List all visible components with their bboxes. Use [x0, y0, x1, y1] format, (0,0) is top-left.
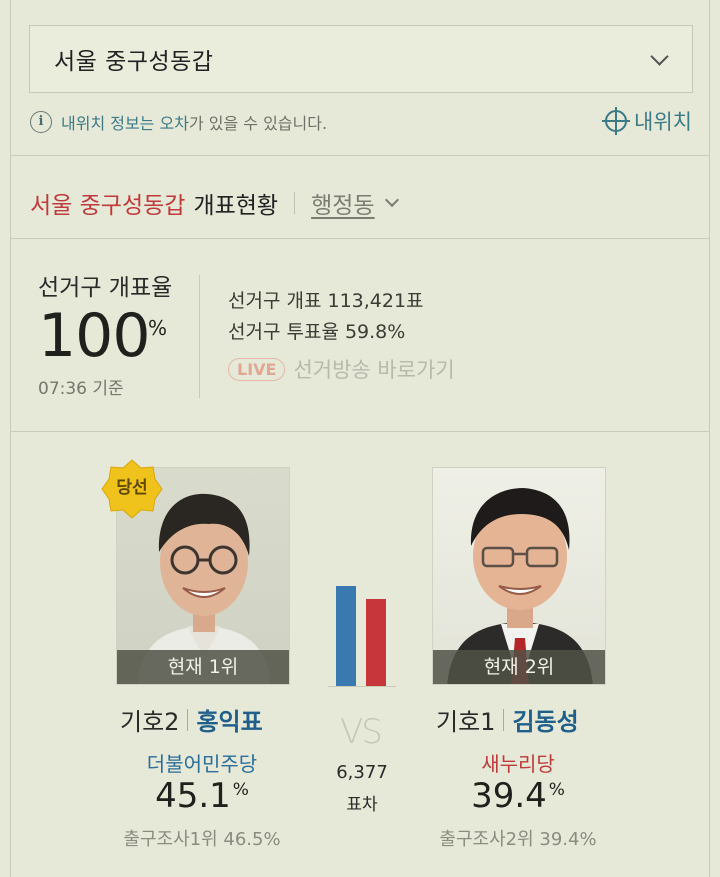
winner-badge: 당선: [101, 458, 163, 520]
my-location-label: 내위치: [634, 110, 692, 134]
chevron-down-icon: [384, 192, 399, 208]
candidate-number: 기호1: [436, 708, 496, 736]
vote-difference: 6,377: [336, 762, 388, 783]
notice-text: 가 있을 수 있습니다.: [188, 114, 328, 133]
region-select-value: 서울 중구성동갑: [54, 49, 214, 75]
live-badge: LIVE: [228, 357, 286, 381]
candidate-2-photo[interactable]: 현재 2위: [432, 467, 606, 685]
counted-votes: 선거구 개표 113,421표: [228, 290, 424, 312]
vs-label: VS: [340, 712, 383, 752]
candidate-name: 홍익표: [196, 708, 263, 736]
crosshair-icon: [602, 107, 631, 135]
separator: [294, 192, 296, 214]
live-link-label: 선거방송 바로가기: [293, 358, 455, 382]
count-header: 서울 중구성동갑 개표현황 행정동: [30, 186, 399, 220]
region-select[interactable]: 서울 중구성동갑: [29, 25, 693, 93]
winner-badge-label: 당선: [116, 478, 148, 498]
live-broadcast-link[interactable]: LIVE 선거방송 바로가기: [228, 354, 455, 384]
candidate-1-exit-poll: 출구조사1위 46.5%: [123, 829, 281, 850]
admin-dong-toggle[interactable]: 행정동: [311, 186, 399, 220]
admin-dong-label: 행정동: [311, 193, 375, 219]
divider: [10, 238, 710, 239]
separator: [187, 708, 189, 731]
vote-difference-label: 표차: [346, 795, 378, 815]
count-rate-time: 07:36 기준: [38, 379, 124, 399]
candidate-2-bar: [366, 599, 386, 686]
location-notice: i 내위치 정보는 오차 가 있을 수 있습니다.: [30, 108, 327, 136]
count-rate-value: 100: [38, 301, 151, 371]
candidate-1-percent: 45.1%: [102, 776, 302, 816]
separator: [503, 708, 505, 731]
candidate-2-name[interactable]: 기호1 김동성: [436, 702, 579, 737]
divider: [10, 431, 710, 432]
percent-unit: %: [232, 780, 249, 800]
candidate-number: 기호2: [120, 708, 180, 736]
percent-unit: %: [548, 780, 565, 800]
candidate-1-bar: [336, 586, 356, 686]
chart-baseline: [328, 686, 396, 687]
vertical-divider: [199, 275, 200, 398]
count-title: 개표현황: [193, 193, 279, 219]
candidate-1-party: 더불어민주당: [146, 752, 258, 776]
count-rate-unit: %: [148, 316, 168, 340]
vote-comparison-chart: [328, 586, 396, 687]
candidate-name: 김동성: [512, 708, 579, 736]
candidate-2-percent: 39.4%: [418, 776, 618, 816]
candidate-2-party: 새누리당: [481, 752, 555, 776]
chevron-down-icon: [650, 47, 669, 66]
my-location-button[interactable]: 내위치: [602, 106, 692, 136]
percent-value: 45.1: [155, 776, 231, 816]
percent-value: 39.4: [471, 776, 547, 816]
district-name: 서울 중구성동갑: [30, 193, 186, 219]
candidate-2-exit-poll: 출구조사2위 39.4%: [439, 829, 597, 850]
candidate-1-name[interactable]: 기호2 홍익표: [120, 702, 263, 737]
turnout-rate: 선거구 투표율 59.8%: [228, 321, 406, 343]
info-icon: i: [30, 111, 52, 133]
notice-highlight: 내위치 정보는 오차: [61, 114, 189, 133]
rank-label: 현재 2위: [433, 650, 605, 684]
rank-label: 현재 1위: [117, 650, 289, 684]
count-rate-label: 선거구 개표율: [38, 275, 173, 301]
divider: [10, 155, 710, 156]
